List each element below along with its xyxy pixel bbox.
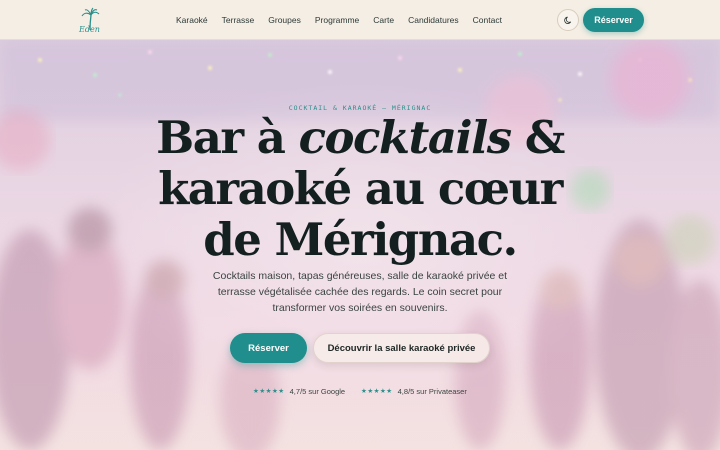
reserve-button-hero[interactable]: Réserver [230, 333, 307, 363]
nav-candidatures[interactable]: Candidatures [408, 15, 459, 25]
eden-logo[interactable]: Eden [76, 6, 104, 34]
privateaser-rating: ★★★★★ 4,8/5 sur Privateaser [361, 385, 467, 397]
stars-icon: ★★★★★ [253, 388, 285, 395]
headline-part: & [510, 111, 566, 164]
reserve-button-header[interactable]: Réserver [583, 8, 644, 32]
headline-line-3: de Mérignac. [203, 213, 518, 266]
nav-karaoke[interactable]: Karaoké [176, 15, 208, 25]
main-nav: Karaoké Terrasse Groupes Programme Carte… [176, 0, 516, 40]
discover-karaoke-room-button[interactable]: Découvrir la salle karaoké privée [313, 333, 490, 363]
nav-carte[interactable]: Carte [373, 15, 394, 25]
hero-subtitle: Cocktails maison, tapas généreuses, sall… [212, 270, 508, 314]
svg-text:Eden: Eden [78, 25, 100, 34]
hero-headline: Bar à cocktails & karaoké au cœur de Mér… [120, 112, 600, 265]
moon-icon [563, 16, 571, 24]
headline-line-2: karaoké au cœur [158, 162, 563, 215]
rating-text: 4,7/5 sur Google [289, 386, 346, 396]
stars-icon: ★★★★★ [361, 388, 393, 395]
nav-contact[interactable]: Contact [473, 15, 502, 25]
palm-logo-icon: Eden [78, 7, 100, 34]
nav-programme[interactable]: Programme [315, 15, 359, 25]
theme-toggle-button[interactable] [557, 9, 579, 31]
headline-part: Bar à [156, 111, 299, 164]
google-rating: ★★★★★ 4,7/5 sur Google [253, 385, 345, 397]
headline-emphasis: cocktails [298, 111, 512, 164]
rating-text: 4,8/5 sur Privateaser [397, 386, 467, 396]
nav-groupes[interactable]: Groupes [268, 15, 301, 25]
site-header: Eden Karaoké Terrasse Groupes Programme … [0, 0, 720, 40]
nav-terrasse[interactable]: Terrasse [222, 15, 255, 25]
